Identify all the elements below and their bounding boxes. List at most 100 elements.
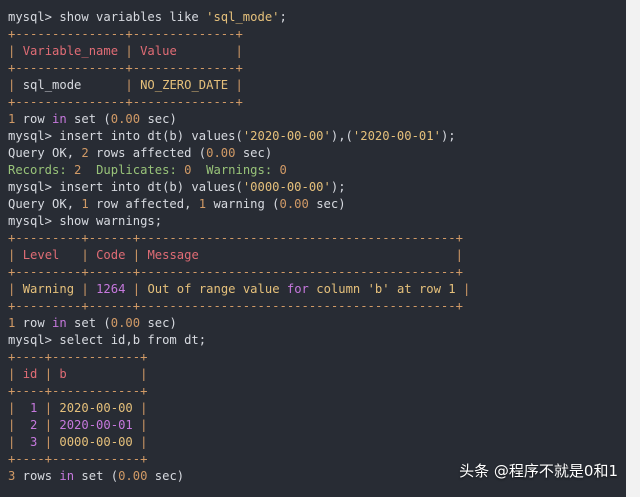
terminal-segment: sec) — [140, 316, 177, 330]
terminal-segment: +---------+------+----------------------… — [8, 265, 463, 279]
terminal-segment: | — [176, 44, 243, 58]
terminal-line: | sql_mode | NO_ZERO_DATE | — [8, 77, 626, 94]
terminal-segment: +----+------------+ — [8, 350, 148, 364]
terminal-line: Query OK, 2 rows affected (0.00 sec) — [8, 145, 626, 162]
terminal-segment: | — [132, 401, 148, 415]
terminal-segment: | — [228, 78, 243, 92]
terminal-segment: | — [132, 418, 148, 432]
terminal-segment: | — [37, 435, 60, 449]
terminal-segment: Code — [96, 248, 126, 262]
terminal-segment: sec) — [235, 146, 273, 160]
terminal-segment: | — [198, 248, 463, 262]
terminal-line: | 2 | 2020-00-01 | — [8, 417, 626, 434]
terminal-segment: 1264 — [96, 282, 126, 296]
terminal-segment: | — [59, 248, 97, 262]
terminal-segment: '0000-00-00' — [242, 180, 331, 194]
terminal-segment: | — [37, 401, 60, 415]
terminal-segment: | — [81, 78, 141, 92]
terminal-segment: mysql> show warnings; — [8, 214, 163, 228]
terminal-line: | Level | Code | Message | — [8, 247, 626, 264]
terminal-output[interactable]: mysql> show variables like 'sql_mode'; +-… — [0, 0, 626, 497]
terminal-line: Records: 2 Duplicates: 0 Warnings: 0 — [8, 162, 626, 179]
terminal-segment: | — [8, 248, 23, 262]
terminal-line: 1 row in set (0.00 sec) — [8, 111, 626, 128]
terminal-line: mysql> select id,b from dt; — [8, 332, 626, 349]
terminal-segment: 0.00 — [279, 197, 309, 211]
terminal-segment: sec) — [147, 469, 185, 483]
terminal-segment: | — [37, 367, 60, 381]
terminal-segment: 2 — [81, 146, 89, 160]
terminal-line: +---------------+--------------+ — [8, 94, 626, 111]
terminal-segment: +---------------+--------------+ — [8, 61, 243, 75]
terminal-segment: warning ( — [206, 197, 280, 211]
terminal-segment: Level — [22, 248, 60, 262]
terminal-segment: 0 — [279, 163, 287, 177]
terminal-segment: 0000-00-00 — [59, 435, 133, 449]
terminal-segment: | — [74, 282, 97, 296]
terminal-segment: in — [52, 112, 67, 126]
terminal-segment: rows affected ( — [88, 146, 207, 160]
terminal-segment: Out of range value — [147, 282, 287, 296]
terminal-line: +---------------+--------------+ — [8, 26, 626, 43]
terminal-segment: | — [132, 435, 148, 449]
watermark: 头条 @程序不就是0和1 — [459, 462, 618, 480]
terminal-line: Query OK, 1 row affected, 1 warning (0.0… — [8, 196, 626, 213]
terminal-segment: | — [8, 367, 23, 381]
terminal-segment: | — [8, 282, 23, 296]
terminal-segment: | — [125, 248, 148, 262]
terminal-line: mysql> insert into dt(b) values('0000-00… — [8, 179, 626, 196]
terminal-segment: | — [8, 44, 23, 58]
terminal-segment: '2020-00-00' — [242, 129, 331, 143]
terminal-segment: | — [8, 78, 23, 92]
terminal-segment: id — [22, 367, 38, 381]
terminal-segment: Value — [140, 44, 177, 58]
terminal-segment: 0.00 — [110, 112, 141, 126]
terminal-line: mysql> show variables like 'sql_mode'; — [8, 9, 626, 26]
terminal-segment: sec) — [140, 112, 177, 126]
terminal-segment: +---------+------+----------------------… — [8, 299, 463, 313]
terminal-line: +---------+------+----------------------… — [8, 230, 626, 247]
right-margin — [626, 0, 640, 497]
terminal-segment: | — [8, 401, 31, 415]
terminal-segment: NO_ZERO_DATE — [140, 78, 229, 92]
terminal-segment: Warnings: — [191, 163, 280, 177]
terminal-segment: | — [37, 418, 60, 432]
terminal-segment: | — [125, 282, 148, 296]
terminal-line: +---------+------+----------------------… — [8, 298, 626, 315]
terminal-segment: mysql> show variables like — [8, 10, 207, 24]
terminal-line: +---------------+--------------+ — [8, 60, 626, 77]
terminal-line: 1 row in set (0.00 sec) — [8, 315, 626, 332]
terminal-segment: +---------+------+----------------------… — [8, 231, 463, 245]
terminal-segment: mysql> insert into dt(b) values( — [8, 129, 243, 143]
terminal-segment: Variable_name — [22, 44, 119, 58]
terminal-segment: ),( — [330, 129, 353, 143]
terminal-segment: in — [59, 469, 75, 483]
terminal-segment: Warning — [22, 282, 75, 296]
terminal-segment: in — [52, 316, 67, 330]
terminal-segment: Duplicates: — [81, 163, 185, 177]
terminal-line: mysql> insert into dt(b) values('2020-00… — [8, 128, 626, 145]
terminal-segment: set ( — [66, 316, 111, 330]
terminal-segment: 2020-00-00 — [59, 401, 133, 415]
terminal-segment: +----+------------+ — [8, 452, 148, 466]
terminal-line: | 1 | 2020-00-00 | — [8, 400, 626, 417]
terminal-segment: +---------------+--------------+ — [8, 27, 243, 41]
terminal-segment: ); — [440, 129, 456, 143]
terminal-segment: sec) — [308, 197, 346, 211]
terminal-segment: row affected, — [88, 197, 199, 211]
terminal-segment: | — [8, 418, 31, 432]
terminal-segment: for — [286, 282, 309, 296]
terminal-segment: | — [118, 44, 141, 58]
terminal-line: | Warning | 1264 | Out of range value fo… — [8, 281, 626, 298]
terminal-segment: row — [15, 112, 53, 126]
terminal-segment: 0.00 — [206, 146, 236, 160]
terminal-segment: mysql> insert into dt(b) values( — [8, 180, 243, 194]
terminal-segment: Records: — [8, 163, 75, 177]
terminal-segment: 2020-00-01 — [59, 418, 133, 432]
terminal-segment: set ( — [74, 469, 119, 483]
terminal-segment: ; — [279, 10, 287, 24]
terminal-segment: Message — [147, 248, 199, 262]
terminal-segment: 'sql_mode' — [206, 10, 280, 24]
terminal-segment: | — [8, 435, 31, 449]
terminal-line: +---------+------+----------------------… — [8, 264, 626, 281]
